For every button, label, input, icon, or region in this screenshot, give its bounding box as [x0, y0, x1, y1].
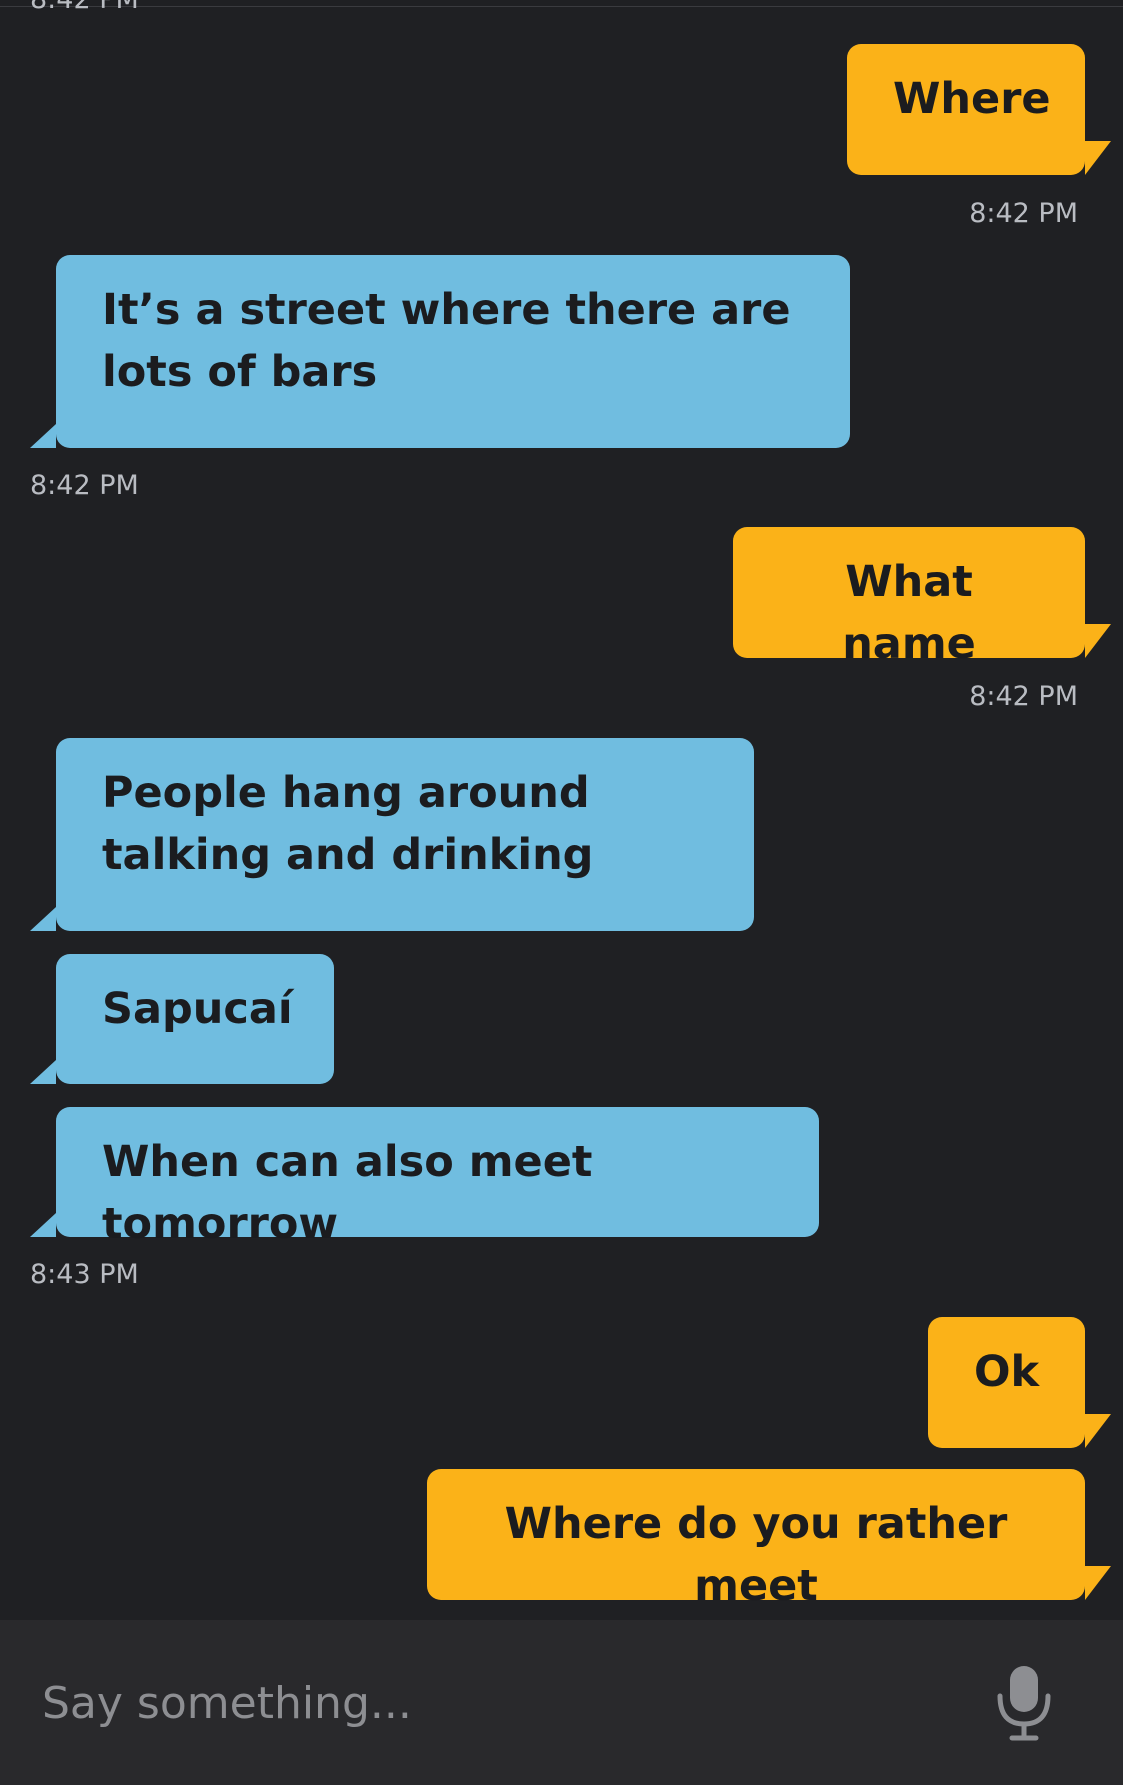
message-timestamp: 8:42 PM [969, 681, 1078, 712]
received-message-bubble[interactable]: When can also meet tomorrow [56, 1107, 819, 1249]
message-composer [0, 1620, 1123, 1785]
message-text: People hang around talking and drinking [102, 768, 594, 880]
bubble-tail [1085, 1566, 1111, 1600]
message-text: When can also meet tomorrow [102, 1137, 593, 1249]
thread-divider [0, 6, 1123, 7]
bubble-tail [1085, 624, 1111, 658]
bubble-tail [1085, 141, 1111, 175]
received-message-bubble[interactable]: People hang around talking and drinking [56, 738, 754, 931]
message-text: What name [842, 557, 976, 669]
microphone-icon[interactable] [990, 1662, 1058, 1742]
message-text: Ok [974, 1347, 1040, 1397]
message-input[interactable] [40, 1670, 944, 1736]
sent-message-bubble[interactable]: Where [847, 44, 1085, 175]
message-text: Where do you rather meet [504, 1499, 1008, 1611]
message-text: Sapucaí [102, 984, 293, 1034]
chat-thread[interactable]: 8:42 PM Where 8:42 PM It’s a street wher… [0, 0, 1123, 1620]
bubble-tail [30, 907, 56, 931]
sent-message-bubble[interactable]: Where do you rather meet [427, 1469, 1085, 1611]
bubble-tail [30, 1060, 56, 1084]
message-timestamp: 8:42 PM [30, 470, 139, 501]
sent-message-bubble[interactable]: What name [733, 527, 1085, 669]
message-timestamp-partial: 8:42 PM [30, 0, 139, 15]
message-timestamp: 8:43 PM [30, 1259, 139, 1290]
bubble-tail [30, 424, 56, 448]
message-text: Where [893, 74, 1051, 124]
sent-message-bubble[interactable]: Ok [928, 1317, 1085, 1448]
bubble-tail [30, 1213, 56, 1237]
received-message-bubble[interactable]: Sapucaí [56, 954, 334, 1084]
bubble-tail [1085, 1414, 1111, 1448]
message-text: It’s a street where there are lots of ba… [102, 285, 791, 397]
received-message-bubble[interactable]: It’s a street where there are lots of ba… [56, 255, 850, 448]
message-timestamp: 8:42 PM [969, 198, 1078, 229]
